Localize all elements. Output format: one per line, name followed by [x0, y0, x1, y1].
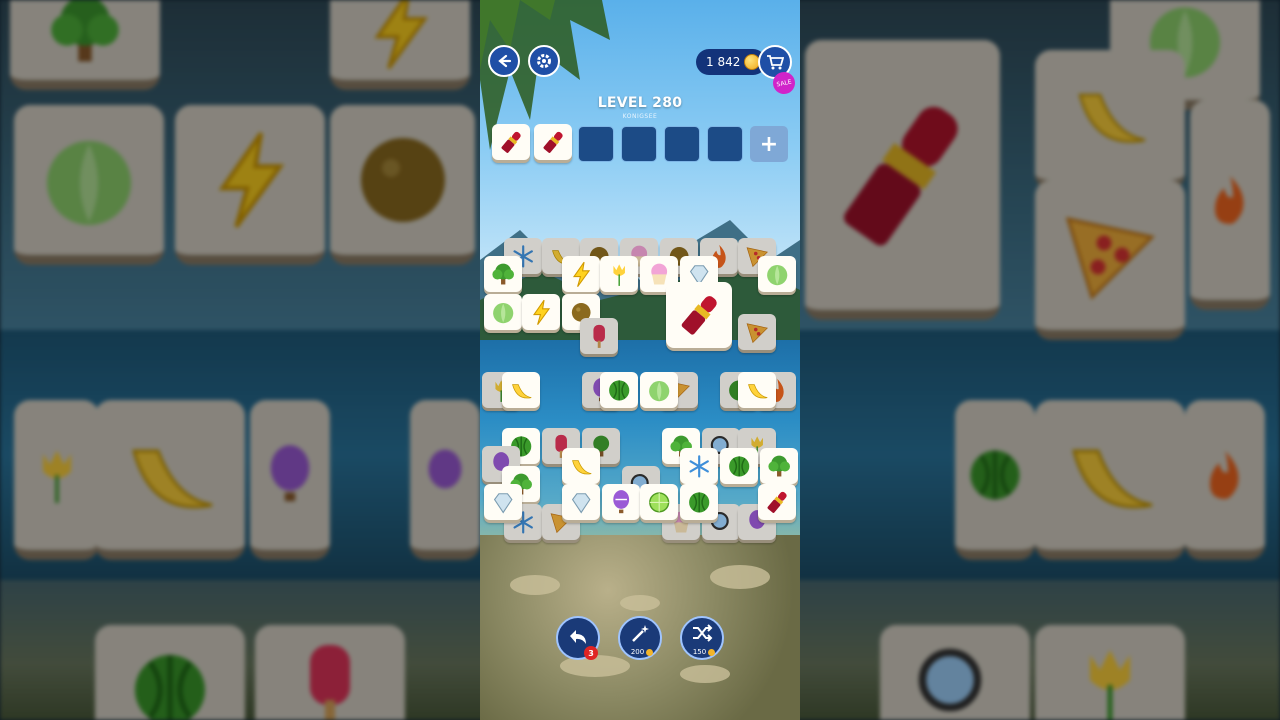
coin-icon — [708, 648, 716, 656]
bg-tile-banana — [1035, 50, 1185, 190]
coin-icon — [646, 648, 654, 656]
gear-icon — [537, 54, 551, 68]
bg-tile-fire-2 — [1185, 400, 1265, 560]
tile-watermelon[interactable] — [680, 484, 718, 520]
tile-diamond[interactable] — [562, 484, 600, 520]
tray-slot-empty — [707, 126, 743, 162]
shuffle-price: 150 — [682, 648, 726, 656]
tile-cabbage[interactable] — [640, 372, 678, 408]
tile-balloon[interactable] — [602, 484, 640, 520]
tile-banana[interactable] — [502, 372, 540, 408]
bg-tile-balloon-2 — [410, 400, 480, 560]
wand-price: 200 — [620, 648, 664, 656]
settings-button[interactable] — [528, 45, 560, 77]
bg-tile-banana-2 — [95, 400, 245, 560]
cart-icon — [767, 55, 784, 70]
bg-tile-tulip-2 — [1035, 625, 1185, 720]
tile-lipstick-selected[interactable] — [666, 282, 732, 348]
bg-tile-popsicle — [255, 625, 405, 720]
bg-tile-cabbage-2 — [14, 105, 164, 265]
tile-tree[interactable] — [760, 448, 798, 484]
tray-tile-lipstick — [534, 124, 572, 160]
tile-diamond[interactable] — [484, 484, 522, 520]
tile-popsicle[interactable] — [580, 318, 618, 354]
tile-banana[interactable] — [562, 448, 600, 484]
shuffle-icon — [693, 624, 713, 642]
bg-tile-lightning-2 — [175, 105, 325, 265]
magic-wand-button[interactable]: 200 — [618, 616, 662, 660]
undo-count-badge: 3 — [584, 646, 598, 660]
tile-tulip[interactable] — [600, 256, 638, 292]
tray-slot-empty — [664, 126, 700, 162]
coin-balance: 1 842 — [696, 49, 766, 75]
bg-tile-tulip — [14, 400, 99, 560]
tile-cabbage[interactable] — [758, 256, 796, 292]
tile-lime[interactable] — [640, 484, 678, 520]
coin-count: 1 842 — [706, 55, 741, 69]
wand-icon — [632, 625, 649, 642]
tile-cabbage[interactable] — [484, 294, 522, 330]
tile-lightning[interactable] — [562, 256, 600, 292]
game-screen: 1 842 SALE LEVEL 280 KONIGSEE + 3 200 15… — [480, 0, 800, 720]
tile-pizza[interactable] — [738, 314, 776, 350]
add-slot-button[interactable]: + — [750, 126, 788, 162]
bg-tile-balloon — [250, 400, 330, 560]
undo-arrow-icon — [570, 630, 586, 644]
tile-watermelon[interactable] — [600, 372, 638, 408]
tray-tile-lipstick — [492, 124, 530, 160]
undo-button[interactable]: 3 — [556, 616, 600, 660]
bg-tile-lipstick — [805, 40, 1000, 320]
tile-lightning[interactable] — [522, 294, 560, 330]
level-subtitle: KONIGSEE — [622, 113, 658, 120]
bg-tile-watermelon — [955, 400, 1035, 560]
tray-slot-empty — [578, 126, 614, 162]
tile-lipstick[interactable] — [758, 484, 796, 520]
tile-tree[interactable] — [484, 256, 522, 292]
bg-tile-tree — [10, 0, 160, 90]
bg-tile-fire — [1190, 100, 1270, 310]
bg-tile-magnifier — [880, 625, 1030, 720]
shuffle-button[interactable]: 150 — [680, 616, 724, 660]
back-button[interactable] — [488, 45, 520, 77]
tray-slot-empty — [621, 126, 657, 162]
bg-tile-lightning — [330, 0, 470, 90]
bg-tile-banana-3 — [1035, 400, 1185, 560]
bg-tile-pizza — [1035, 180, 1185, 340]
bg-tile-watermelon-2 — [95, 625, 245, 720]
tile-banana[interactable] — [738, 372, 776, 408]
level-title: LEVEL 280 — [597, 95, 683, 111]
bg-tile-coconut — [330, 105, 475, 265]
arrow-left-icon — [498, 54, 512, 68]
tile-snowflake[interactable] — [680, 448, 718, 484]
tile-watermelon[interactable] — [720, 448, 758, 484]
